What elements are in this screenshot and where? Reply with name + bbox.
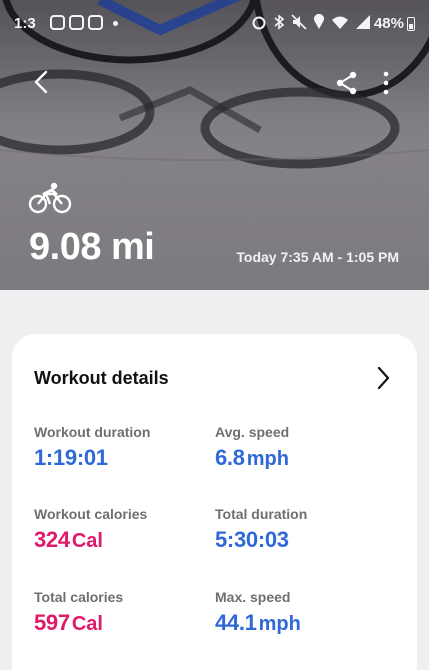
stat-label: Max. speed bbox=[215, 589, 291, 605]
hero-banner: 1:3 48% 9.08 mi Today 7:35 AM - 1:05 PM bbox=[0, 0, 429, 290]
stat-label: Workout calories bbox=[34, 506, 148, 522]
bluetooth-icon bbox=[274, 14, 285, 30]
stat-label: Total calories bbox=[34, 589, 124, 605]
back-arrow-icon bbox=[34, 70, 48, 94]
battery-indicator: 48% bbox=[374, 15, 415, 32]
instagram-icon bbox=[69, 15, 84, 30]
location-icon bbox=[314, 14, 324, 29]
back-button[interactable] bbox=[26, 64, 60, 100]
stat-number: 44.1 bbox=[215, 610, 257, 635]
stat-label: Avg. speed bbox=[215, 424, 290, 440]
workout-details-card[interactable]: Workout details Workout duration 1:19:01… bbox=[12, 334, 417, 670]
stat-value: 324 Cal bbox=[34, 527, 147, 553]
alarm-icon bbox=[252, 16, 266, 30]
stat-workout-calories: Workout calories 324 Cal bbox=[34, 506, 147, 553]
stat-unit: mph bbox=[258, 613, 301, 635]
share-icon bbox=[336, 71, 357, 95]
stat-total-duration: Total duration 5:30:03 bbox=[215, 506, 307, 553]
mute-icon bbox=[291, 14, 307, 30]
workout-time-range: Today 7:35 AM - 1:05 PM bbox=[236, 249, 399, 265]
system-icons bbox=[251, 14, 371, 30]
stat-label: Total duration bbox=[215, 506, 308, 522]
status-bar: 1:3 48% bbox=[0, 0, 429, 46]
stat-value: 44.1 mph bbox=[215, 610, 301, 636]
stat-value: 6.8 mph bbox=[215, 445, 289, 471]
stat-number: 1:19:01 bbox=[34, 445, 108, 470]
more-notifications-icon bbox=[113, 21, 118, 26]
stat-avg-speed: Avg. speed 6.8 mph bbox=[215, 424, 289, 471]
wifi-icon bbox=[332, 16, 348, 29]
status-time: 1:3 bbox=[14, 15, 36, 32]
distance-value: 9.08 mi bbox=[29, 226, 155, 268]
stat-total-calories: Total calories 597 Cal bbox=[34, 589, 123, 636]
chevron-right-icon bbox=[377, 366, 390, 390]
battery-percent: 48% bbox=[373, 15, 404, 32]
cycling-icon bbox=[28, 182, 72, 214]
voicemail-icon bbox=[50, 15, 65, 30]
stat-unit: Cal bbox=[71, 530, 103, 552]
share-button[interactable] bbox=[334, 70, 360, 96]
stat-unit: Cal bbox=[71, 613, 103, 635]
stat-value: 5:30:03 bbox=[215, 527, 307, 553]
stat-workout-duration: Workout duration 1:19:01 bbox=[34, 424, 150, 471]
more-vertical-icon bbox=[383, 71, 389, 95]
more-options-button[interactable] bbox=[376, 70, 396, 96]
workout-details-open-button[interactable] bbox=[372, 364, 394, 392]
stat-number: 6.8 bbox=[215, 445, 245, 470]
stat-unit: mph bbox=[246, 448, 289, 470]
battery-icon bbox=[407, 16, 415, 31]
stat-value: 597 Cal bbox=[34, 610, 123, 636]
card-title: Workout details bbox=[34, 368, 169, 388]
signal-icon bbox=[356, 15, 370, 29]
stat-value: 1:19:01 bbox=[34, 445, 150, 471]
stat-max-speed: Max. speed 44.1 mph bbox=[215, 589, 301, 636]
stat-label: Workout duration bbox=[34, 424, 151, 440]
stat-number: 5:30:03 bbox=[215, 527, 289, 552]
notification-icons bbox=[50, 15, 118, 30]
instagram-icon bbox=[88, 15, 103, 30]
stat-number: 597 bbox=[34, 610, 70, 635]
stat-number: 324 bbox=[34, 527, 70, 552]
